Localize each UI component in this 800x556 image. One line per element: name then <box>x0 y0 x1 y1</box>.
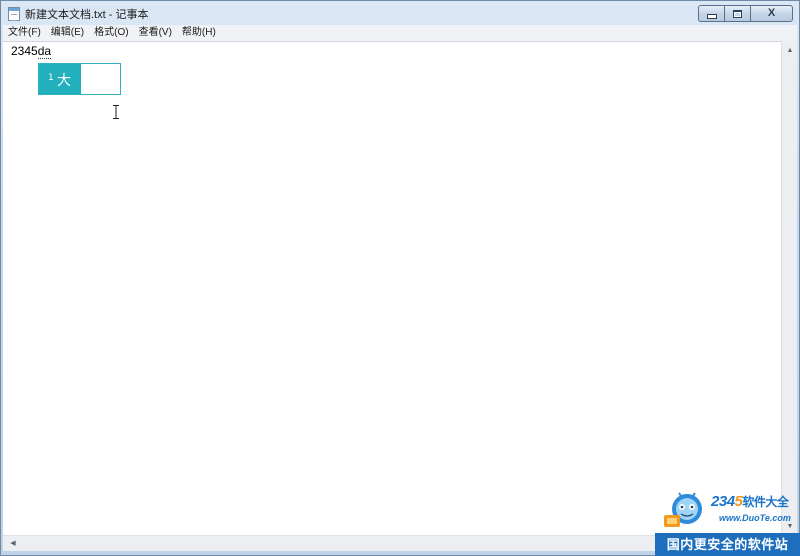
menu-view[interactable]: 查看(V) <box>134 25 177 41</box>
ime-candidate-char: 大 <box>57 73 71 89</box>
menu-edit[interactable]: 编辑(E) <box>46 25 89 41</box>
brand-digit-1: 2 <box>711 493 719 510</box>
document-text[interactable]: 2345da <box>11 44 52 59</box>
ime-composition-text: da <box>37 44 52 59</box>
ime-candidate-window: 1 大 <box>38 63 121 95</box>
minimize-button[interactable] <box>698 5 724 22</box>
ime-candidate-1[interactable]: 1 大 <box>39 64 81 94</box>
text-editor-area[interactable]: 2345da 1 大 <box>3 41 781 535</box>
ibeam-cursor-icon <box>113 105 119 119</box>
menu-format[interactable]: 格式(O) <box>89 25 133 41</box>
menu-file[interactable]: 文件(F) <box>3 25 46 41</box>
caption-buttons: X <box>698 5 793 22</box>
menu-help[interactable]: 帮助(H) <box>177 25 221 41</box>
close-icon: X <box>767 7 776 19</box>
minimize-icon <box>706 13 717 19</box>
brand-digit-3: 4 <box>726 493 735 510</box>
site-watermark: 2345软件大全 www.DuoTe.com 国内更安全的软件站 <box>655 485 800 556</box>
maximize-button[interactable] <box>724 5 750 22</box>
scroll-left-icon[interactable]: ◀ <box>5 536 21 550</box>
brand-suffix: 软件大全 <box>742 495 789 509</box>
notepad-icon[interactable] <box>8 7 20 21</box>
mascot-logo-icon <box>664 492 702 527</box>
notepad-window: 新建文本文档.txt - 记事本 X 文件(F) 编辑(E) 格式(O) 查看(… <box>0 0 800 556</box>
watermark-brand: 2345软件大全 <box>711 493 789 510</box>
watermark-url: www.DuoTe.com <box>719 513 791 523</box>
scroll-up-icon[interactable]: ▲ <box>782 43 798 57</box>
window-title: 新建文本文档.txt - 记事本 <box>25 9 149 21</box>
brand-digit-2: 3 <box>718 493 727 510</box>
close-button[interactable]: X <box>750 5 793 22</box>
ime-candidate-number: 1 <box>48 73 54 83</box>
menu-bar: 文件(F) 编辑(E) 格式(O) 查看(V) 帮助(H) <box>3 25 797 41</box>
watermark-slogan: 国内更安全的软件站 <box>655 533 800 556</box>
committed-text: 2345 <box>11 44 38 58</box>
title-bar[interactable]: 新建文本文档.txt - 记事本 X <box>1 1 799 25</box>
maximize-icon <box>733 9 742 18</box>
vertical-scrollbar[interactable]: ▲ ▼ <box>781 41 797 535</box>
